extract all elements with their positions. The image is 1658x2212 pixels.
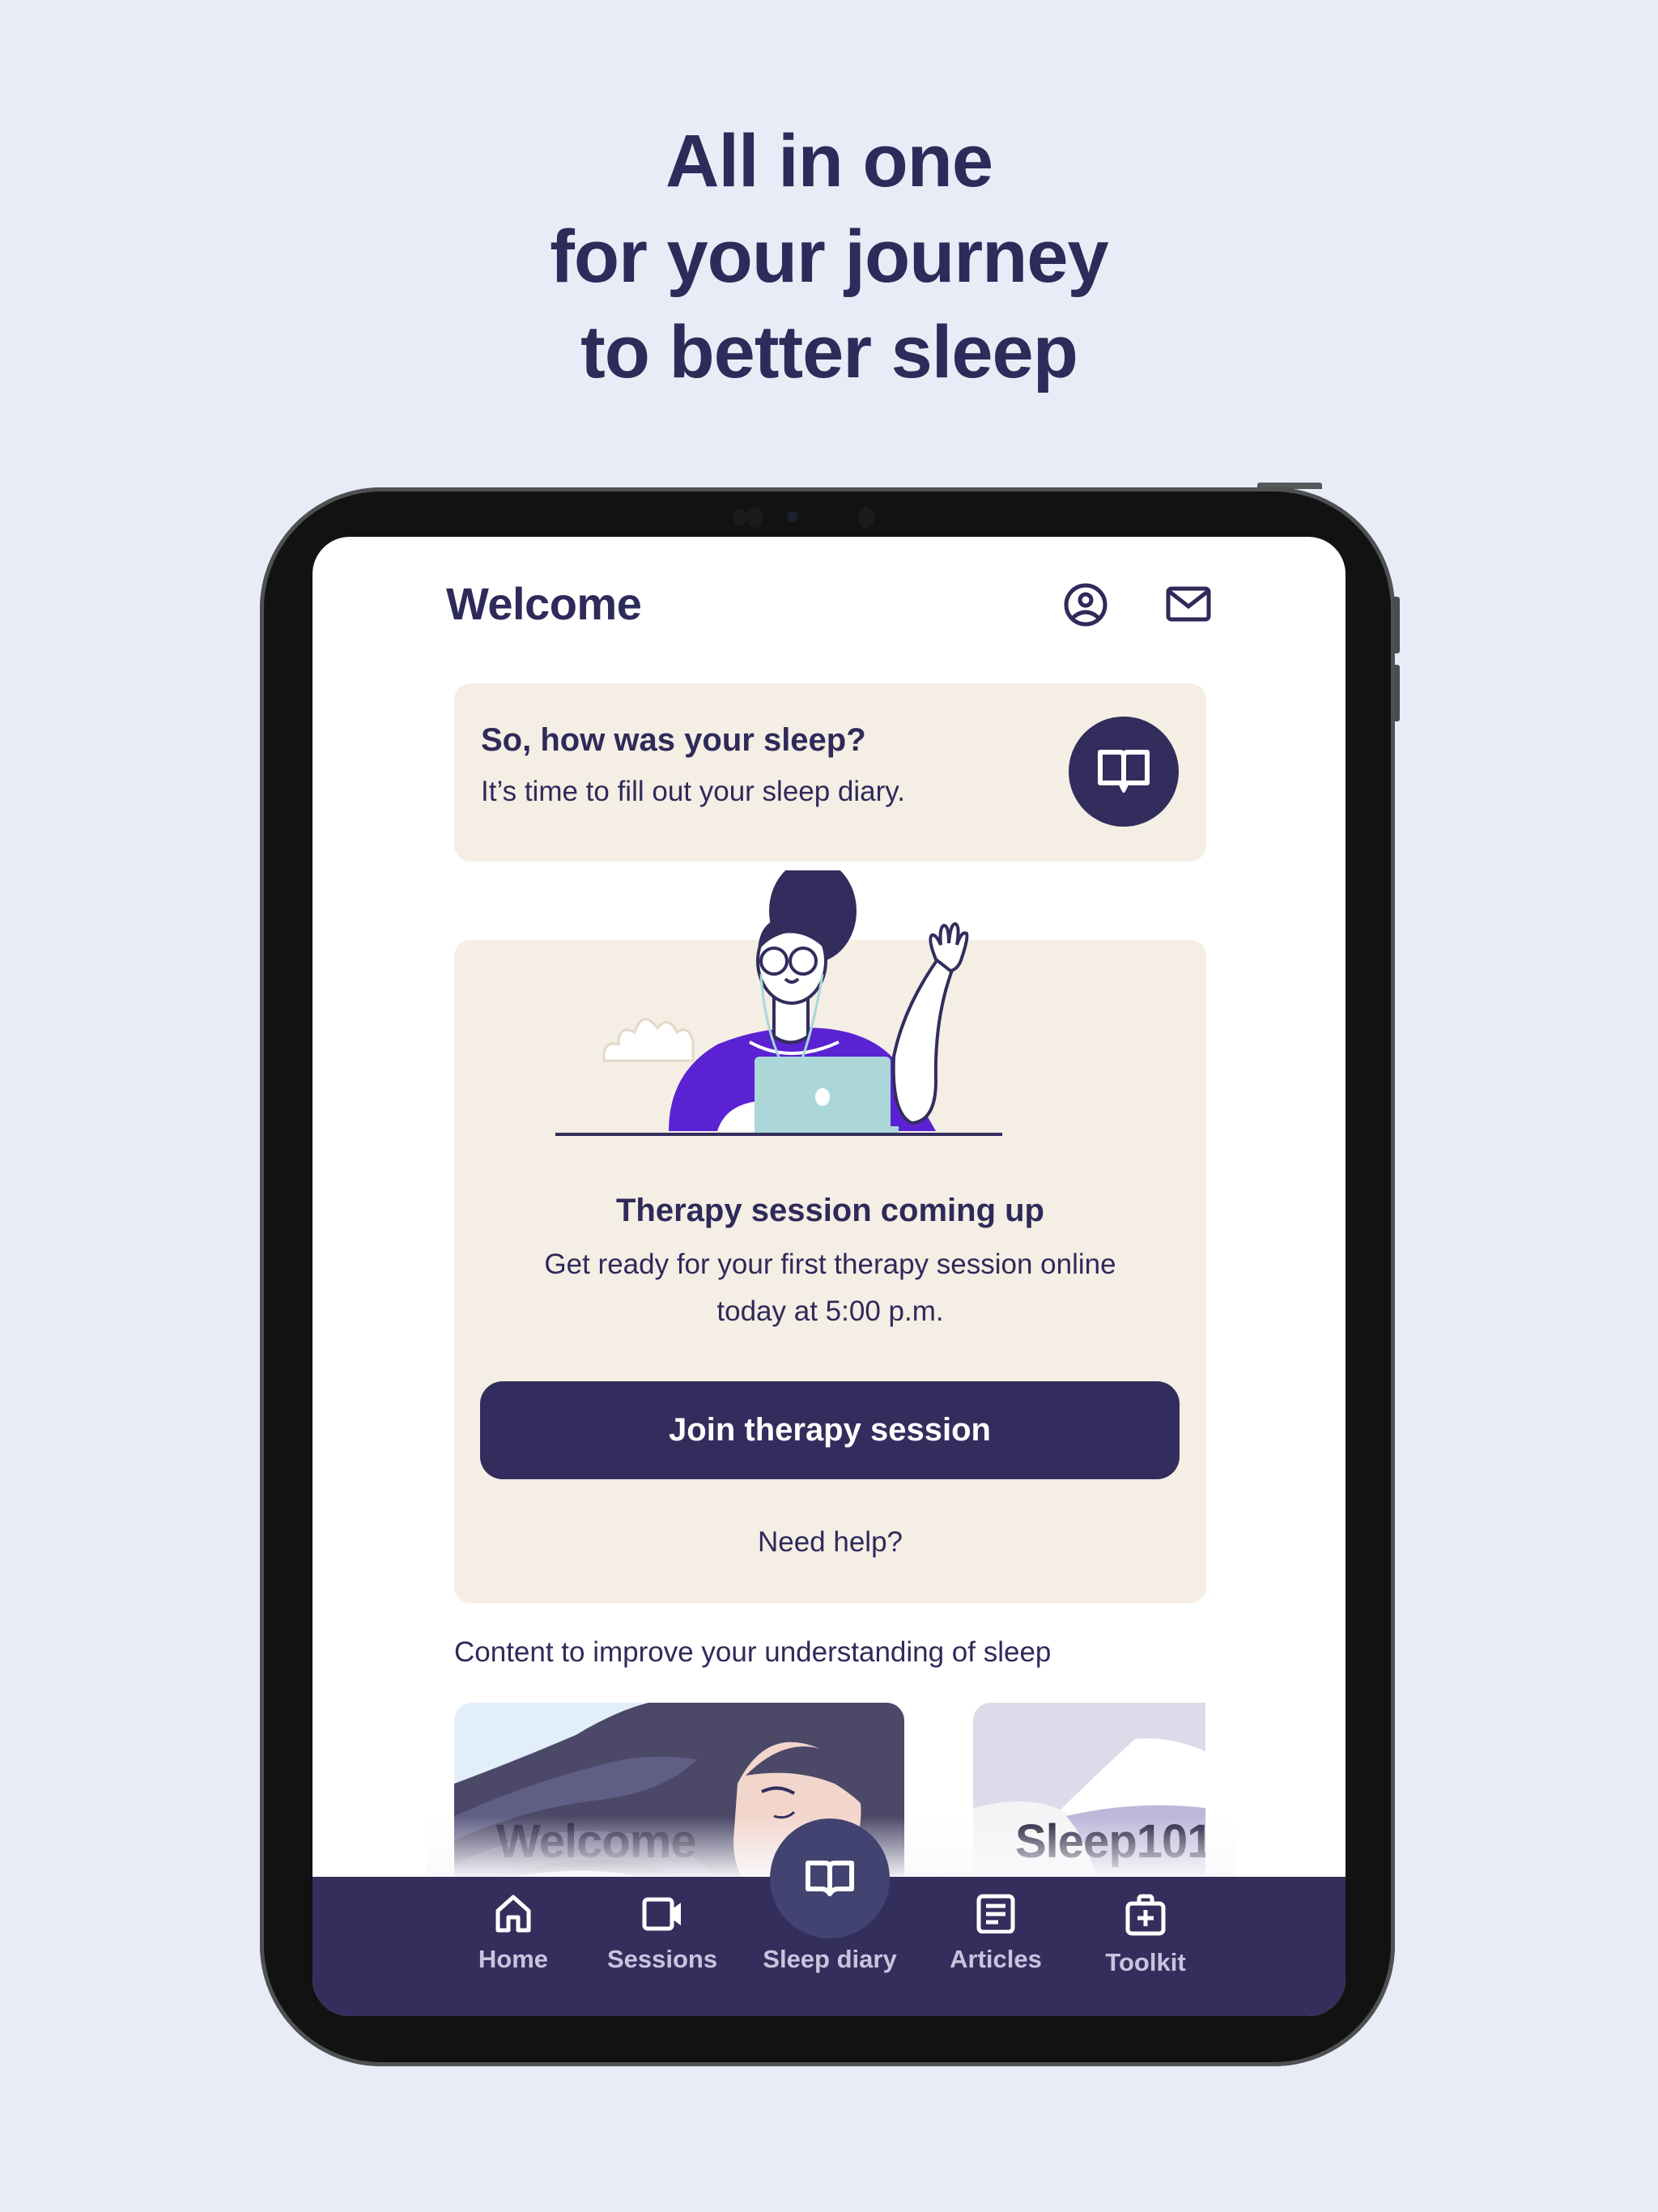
sensor-dot [746, 507, 763, 528]
description-line-1: Get ready for your first therapy session… [544, 1249, 1116, 1280]
marketing-headline: All in one for your journey to better sl… [0, 113, 1658, 400]
sleep-diary-fab-button[interactable] [770, 1819, 890, 1938]
nav-item-home[interactable]: Home [440, 1893, 586, 1998]
need-help-link[interactable]: Need help? [454, 1526, 1206, 1559]
profile-icon [1064, 583, 1107, 627]
sleep-diary-subtitle: It’s time to fill out your sleep diary. [481, 776, 905, 807]
open-sleep-diary-button[interactable] [1069, 717, 1179, 827]
book-open-icon [806, 1861, 854, 1896]
nav-label: Home [478, 1945, 549, 1973]
join-therapy-session-button[interactable]: Join therapy session [480, 1381, 1180, 1479]
front-camera-icon [788, 512, 797, 521]
nav-label: Articles [950, 1945, 1042, 1973]
messages-button[interactable] [1166, 582, 1211, 627]
nav-item-toolkit[interactable]: Toolkit [1073, 1893, 1218, 1998]
plant-shape [602, 1018, 695, 1062]
home-icon [495, 1895, 531, 1933]
nav-label: Toolkit [1105, 1948, 1186, 1976]
app-screen: Welcome So, how was your sleep? It’s tim… [312, 537, 1346, 2016]
video-camera-icon [642, 1897, 681, 1931]
raised-arm [891, 957, 956, 1125]
therapy-illustration [555, 870, 1002, 1136]
sensor-dot [858, 507, 874, 528]
first-aid-kit-icon [1125, 1894, 1166, 1936]
headline-line-3: to better sleep [580, 311, 1078, 393]
sleep-question: So, how was your sleep? [481, 722, 866, 758]
content-section-label: Content to improve your understanding of… [454, 1636, 1052, 1668]
sleep-diary-prompt-card[interactable]: So, how was your sleep? It’s time to fil… [454, 683, 1206, 861]
profile-button[interactable] [1063, 582, 1108, 627]
nav-label: Sleep diary [763, 1945, 897, 1973]
book-open-icon [1098, 750, 1150, 793]
therapy-session-description: Get ready for your first therapy session… [454, 1241, 1206, 1335]
document-icon [976, 1894, 1015, 1933]
nav-item-sessions[interactable]: Sessions [589, 1893, 735, 1998]
headline-line-2: for your journey [550, 215, 1108, 298]
page-title: Welcome [446, 578, 642, 629]
headline-line-1: All in one [665, 120, 993, 202]
therapy-session-title: Therapy session coming up [615, 1193, 1044, 1228]
sensor-dot [733, 508, 746, 526]
nav-item-articles[interactable]: Articles [923, 1893, 1069, 1998]
nav-label: Sessions [606, 1945, 718, 1973]
description-line-2: today at 5:00 p.m. [716, 1295, 944, 1327]
mail-icon [1166, 586, 1211, 622]
